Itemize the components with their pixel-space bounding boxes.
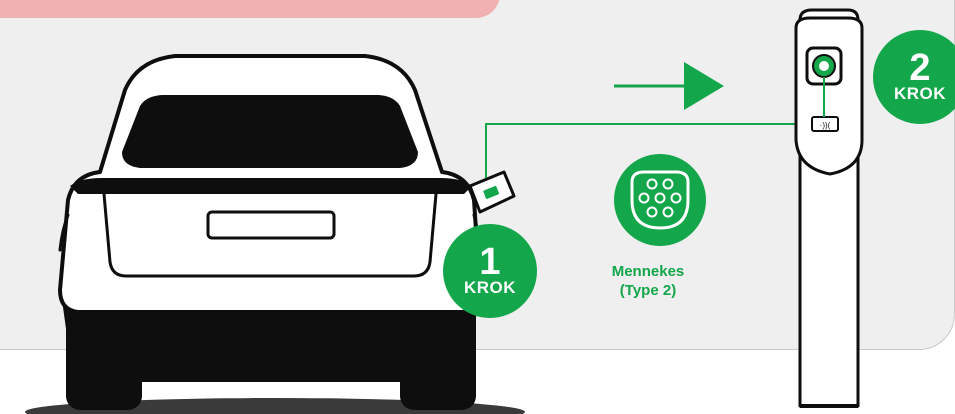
illustration: ·))( <box>25 8 864 414</box>
step-1-label: KROK <box>463 278 517 297</box>
step-1-badge: 1 KROK <box>443 224 537 318</box>
connector-type: (Type 2) <box>619 282 677 299</box>
step-1-number: 1 <box>479 241 501 283</box>
svg-text:·))(: ·))( <box>820 121 831 130</box>
arrow-right-icon <box>614 62 724 110</box>
connector-type-label: Mennekes (Type 2) <box>588 262 708 300</box>
type2-socket-icon <box>614 154 706 246</box>
step-2-label: KROK <box>893 84 947 103</box>
ev-charging-instruction-diagram: ·))( 1 KROK 2 KROK Mennekes (Type 2) <box>0 0 955 414</box>
charging-station-icon: ·))( <box>794 8 864 408</box>
step-2-number: 2 <box>909 47 931 89</box>
car-charging-port-flap <box>468 170 516 214</box>
connector-name: Mennekes <box>611 263 685 280</box>
car-rear-view-icon <box>58 54 482 410</box>
